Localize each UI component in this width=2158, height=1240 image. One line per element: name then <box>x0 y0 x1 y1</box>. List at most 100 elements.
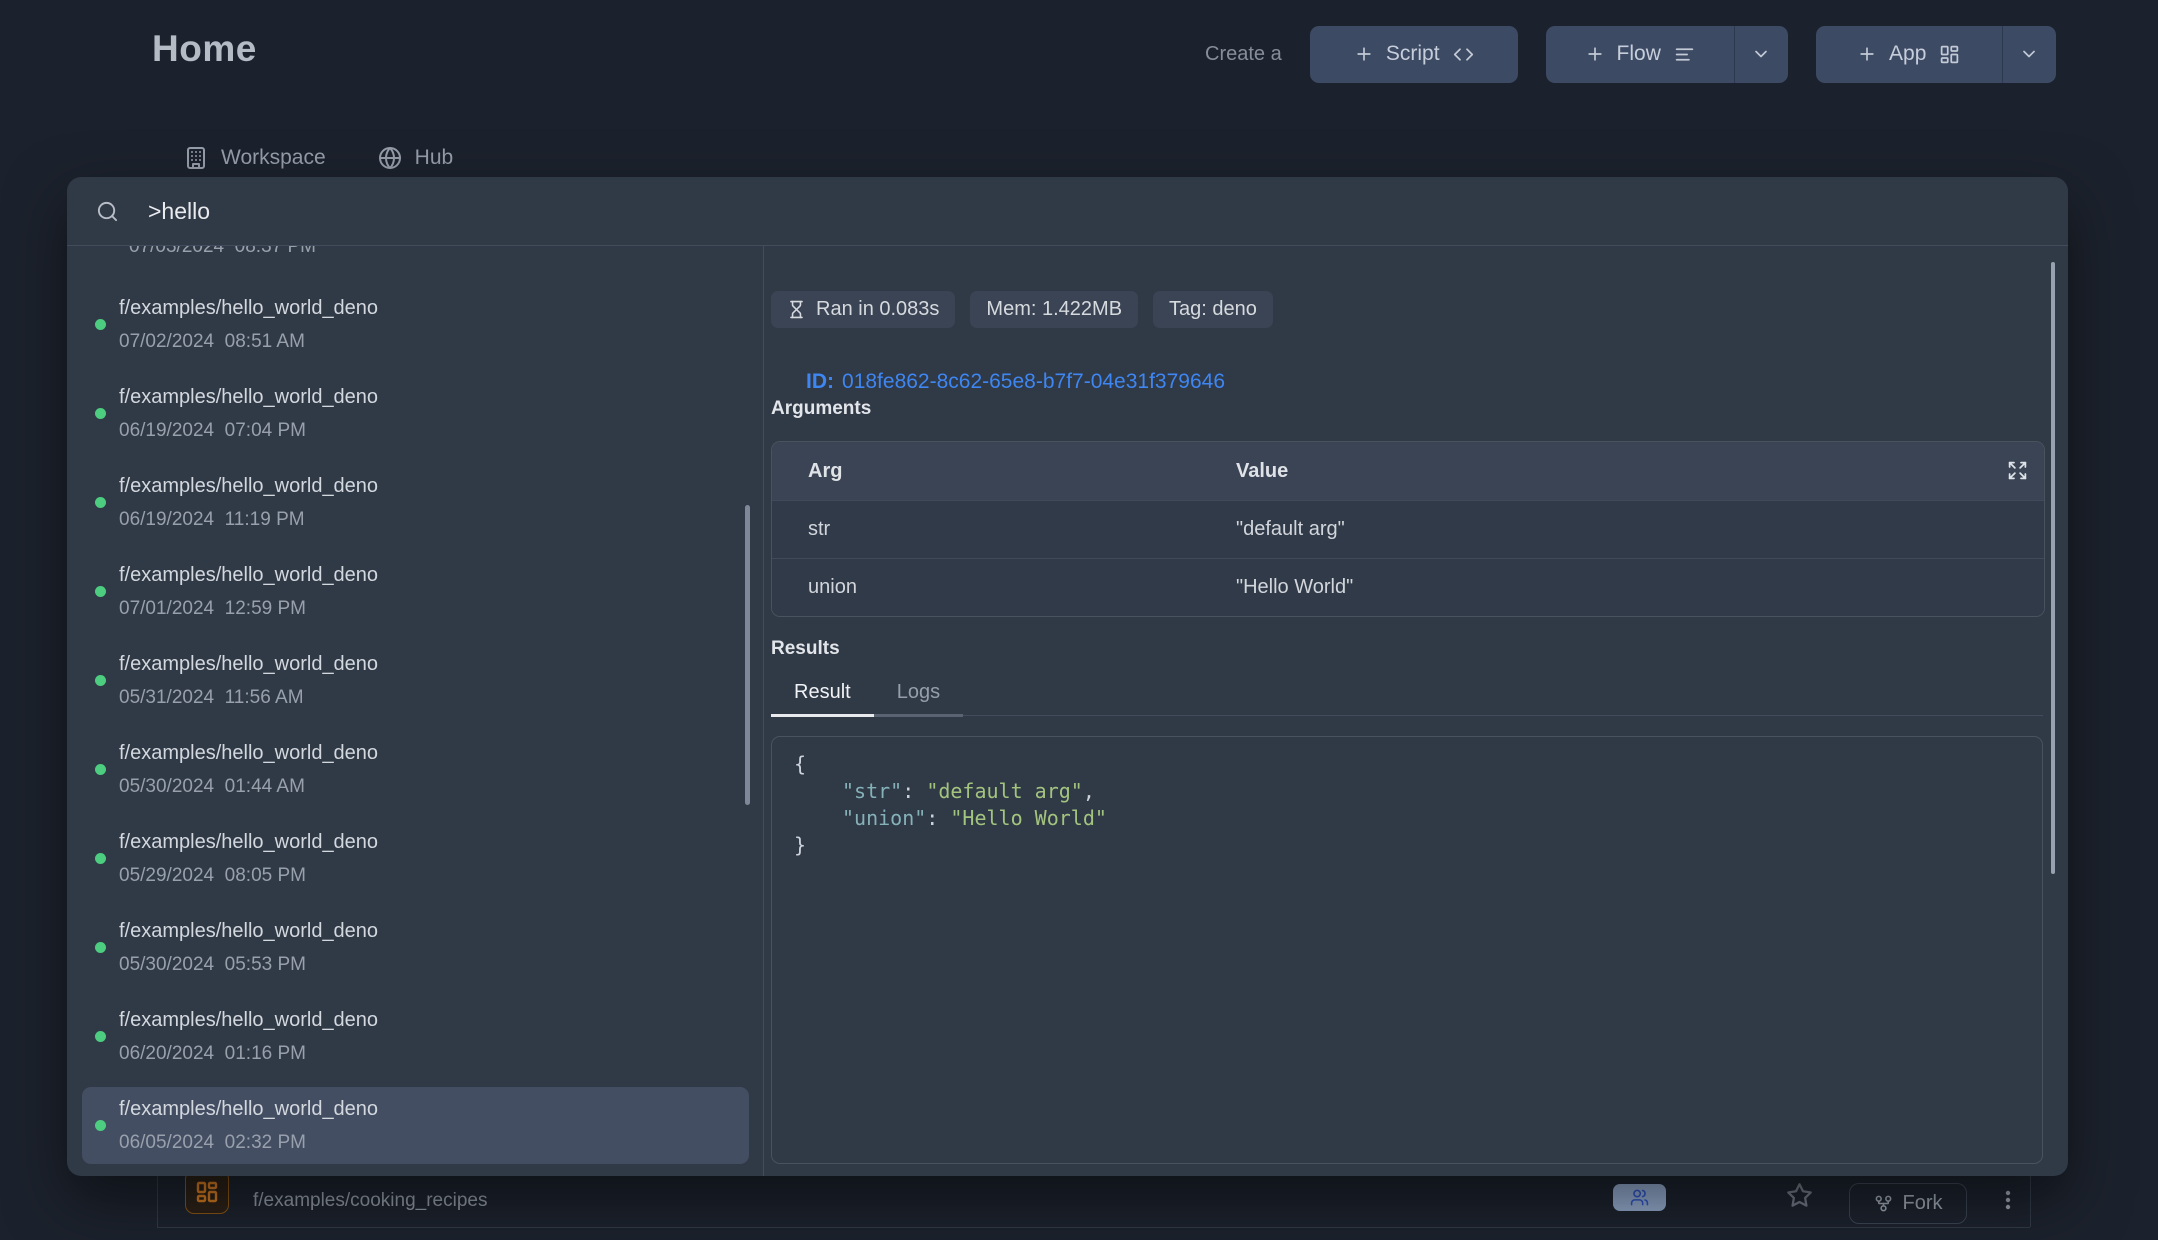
success-dot-icon <box>95 1031 106 1042</box>
users-icon <box>1630 1188 1649 1207</box>
duration-badge-label: Ran in 0.083s <box>816 298 939 321</box>
runs-list: 07/03/2024 08:37 PM f/examples/hello_wor… <box>67 246 764 1176</box>
expand-table-button[interactable] <box>2007 460 2028 481</box>
results-tabs: Result Logs <box>771 676 2043 716</box>
arg-value-cell: "Hello World" <box>1236 576 2044 599</box>
background-table-right-border <box>2030 1175 2031 1227</box>
list-item[interactable]: f/examples/hello_world_deno 06/20/2024 0… <box>82 998 749 1075</box>
list-item-clipped[interactable]: 07/03/2024 08:37 PM <box>129 246 749 259</box>
run-path: f/examples/hello_world_deno <box>119 918 378 944</box>
duration-badge: Ran in 0.083s <box>771 291 955 328</box>
fork-button[interactable]: Fork <box>1849 1183 1967 1224</box>
list-item[interactable]: f/examples/hello_world_deno 05/30/2024 0… <box>82 731 749 808</box>
detail-panel-scrollbar[interactable] <box>2051 262 2055 874</box>
run-id-label: ID: <box>806 370 834 393</box>
list-item[interactable]: f/examples/hello_world_deno 05/31/2024 1… <box>82 642 749 719</box>
code-icon <box>1453 44 1474 65</box>
memory-badge-label: Mem: 1.422MB <box>986 298 1122 321</box>
create-flow-dropdown-button[interactable] <box>1734 26 1788 83</box>
tab-hub-label: Hub <box>415 146 454 170</box>
kebab-menu-icon <box>1996 1188 2020 1212</box>
json-key: "str" <box>842 779 902 803</box>
success-dot-icon <box>95 853 106 864</box>
arg-column-header: Arg <box>772 460 1236 483</box>
chevron-down-icon <box>2019 44 2039 64</box>
chevron-down-icon <box>1751 44 1771 64</box>
run-path: f/examples/hello_world_deno <box>119 1007 378 1033</box>
search-input[interactable] <box>146 197 2068 226</box>
create-app-split-button: App <box>1816 26 2056 83</box>
list-item[interactable]: f/examples/hello_world_deno 07/02/2024 0… <box>82 286 749 363</box>
list-item[interactable]: f/examples/hello_world_deno 05/30/2024 0… <box>82 909 749 986</box>
memory-badge: Mem: 1.422MB <box>970 291 1138 328</box>
layout-grid-icon <box>1939 44 1960 65</box>
background-table-left-border <box>157 1175 158 1227</box>
create-app-button[interactable]: App <box>1816 26 2002 83</box>
list-item[interactable]: f/examples/hello_world_deno 06/19/2024 1… <box>82 464 749 541</box>
runs-list-scrollbar[interactable] <box>745 505 750 805</box>
fork-button-label: Fork <box>1903 1192 1943 1215</box>
favorite-star-button[interactable] <box>1786 1182 1813 1209</box>
tab-workspace[interactable]: Workspace <box>184 146 326 170</box>
success-dot-icon <box>95 1120 106 1131</box>
json-key: "union" <box>842 806 926 830</box>
hourglass-icon <box>787 300 806 319</box>
run-path: f/examples/hello_world_deno <box>119 740 378 766</box>
success-dot-icon <box>95 764 106 775</box>
success-dot-icon <box>95 319 106 330</box>
command-palette-modal: 07/03/2024 08:37 PM f/examples/hello_wor… <box>67 177 2068 1176</box>
run-timestamp: 07/01/2024 12:59 PM <box>119 597 378 621</box>
cooking-recipes-path: f/examples/cooking_recipes <box>253 1190 487 1212</box>
json-open-brace: { <box>794 752 806 776</box>
list-item[interactable]: f/examples/hello_world_deno 06/19/2024 0… <box>82 375 749 452</box>
plus-icon <box>1857 44 1877 64</box>
cooking-recipes-app-icon <box>185 1170 229 1214</box>
run-timestamp: 06/20/2024 01:16 PM <box>119 1042 378 1066</box>
plus-icon <box>1585 44 1605 64</box>
create-app-dropdown-button[interactable] <box>2002 26 2056 83</box>
success-dot-icon <box>95 675 106 686</box>
search-icon <box>96 200 119 223</box>
run-timestamp: 05/30/2024 05:53 PM <box>119 953 378 977</box>
run-path: f/examples/hello_world_deno <box>119 1096 378 1122</box>
list-item-selected[interactable]: f/examples/hello_world_deno 06/05/2024 0… <box>82 1087 749 1164</box>
layout-grid-icon <box>195 1180 219 1204</box>
table-row: union "Hello World" <box>772 558 2044 616</box>
success-dot-icon <box>95 497 106 508</box>
run-path: f/examples/hello_world_deno <box>119 473 378 499</box>
background-row-divider <box>157 1227 2030 1228</box>
tab-hub[interactable]: Hub <box>378 146 454 170</box>
tab-workspace-label: Workspace <box>221 146 326 170</box>
row-menu-button[interactable] <box>1996 1188 2020 1217</box>
json-value: "Hello World" <box>950 806 1107 830</box>
success-dot-icon <box>95 586 106 597</box>
flow-list-icon <box>1674 44 1695 65</box>
value-column-header: Value <box>1236 460 2044 483</box>
star-icon <box>1786 1182 1813 1209</box>
run-timestamp: 05/30/2024 01:44 AM <box>119 775 378 799</box>
arguments-table-header: Arg Value <box>772 442 2044 500</box>
create-script-button[interactable]: Script <box>1310 26 1518 83</box>
tag-badge: Tag: deno <box>1153 291 1273 328</box>
run-timestamp: 07/02/2024 08:51 AM <box>119 330 378 354</box>
create-flow-label: Flow <box>1617 42 1661 66</box>
results-section-title: Results <box>771 638 840 660</box>
tab-result[interactable]: Result <box>771 676 874 717</box>
tab-logs[interactable]: Logs <box>874 676 963 717</box>
run-path: f/examples/hello_world_deno <box>119 295 378 321</box>
arguments-section-title: Arguments <box>771 398 871 420</box>
workspace-hub-tabs: Workspace Hub <box>184 146 453 170</box>
run-timestamp: 06/19/2024 07:04 PM <box>119 419 378 443</box>
create-flow-button[interactable]: Flow <box>1546 26 1734 83</box>
list-item[interactable]: f/examples/hello_world_deno 05/29/2024 0… <box>82 820 749 897</box>
create-app-label: App <box>1889 42 1926 66</box>
run-id-link[interactable]: 018fe862-8c62-65e8-b7f7-04e31f379646 <box>842 370 1225 393</box>
tag-badge-label: Tag: deno <box>1169 298 1257 321</box>
shared-users-badge[interactable] <box>1613 1184 1666 1211</box>
list-item[interactable]: f/examples/hello_world_deno 07/01/2024 1… <box>82 553 749 630</box>
arg-name-cell: str <box>772 518 1236 541</box>
run-stat-badges: Ran in 0.083s Mem: 1.422MB Tag: deno <box>771 291 1273 328</box>
expand-icon <box>2007 460 2028 481</box>
run-timestamp: 05/29/2024 08:05 PM <box>119 864 378 888</box>
run-timestamp: 07/03/2024 08:37 PM <box>129 246 749 259</box>
